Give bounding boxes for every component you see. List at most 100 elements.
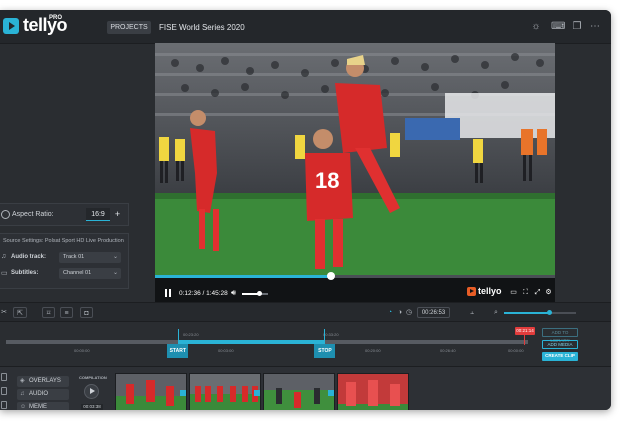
windows-icon[interactable]: ❐: [571, 21, 583, 33]
tellyo-logo-icon: [467, 286, 476, 296]
audio-label: AUDIO: [29, 391, 49, 397]
search-icon[interactable]: ⌕: [492, 307, 500, 318]
start-marker-line: [178, 329, 180, 344]
timeline-tick: 00:20:00: [365, 348, 381, 353]
clip-thumbnail[interactable]: [263, 373, 335, 410]
export-icon[interactable]: ⇱: [13, 307, 27, 318]
aspect-ratio-icon: [1, 210, 10, 219]
audio-track-label: Audio track:: [11, 254, 47, 260]
subtitles-value: Channel 01: [63, 270, 92, 276]
timeline-tick: 00:26:40: [440, 348, 456, 353]
clip-thumbnail-image: [338, 374, 408, 410]
project-title: FISE World Series 2020: [159, 23, 245, 32]
more-icon[interactable]: ⋯: [589, 21, 601, 33]
subtitles-icon: ▭: [1, 270, 8, 277]
compilation-time: 00:03:38: [81, 404, 103, 410]
time-display: 0:12:36 / 1:45:28: [179, 290, 228, 297]
video-progress-handle[interactable]: [327, 272, 335, 280]
app-window: tellyo PRO PROJECTS FISE World Series 20…: [0, 10, 611, 410]
left-panel: Aspect Ratio: 16:9 + Source Settings: Po…: [0, 45, 129, 295]
music-icon: ♫: [1, 253, 7, 260]
sun-icon[interactable]: ☼: [530, 21, 542, 33]
timecode-display[interactable]: 00:26:53: [417, 307, 450, 318]
bookmark-icon[interactable]: ⌑: [42, 307, 55, 318]
clip-thumbnail[interactable]: [115, 373, 187, 410]
align-icon[interactable]: ⫠: [466, 307, 478, 318]
tellyo-logo[interactable]: tellyo PRO: [3, 15, 68, 36]
clip-thumbnail[interactable]: [189, 373, 261, 410]
timeline[interactable]: 00:23:20 00:33:20 00:00:00 00:03:00 00:2…: [0, 323, 611, 366]
clip-thumbnail-image: [116, 374, 186, 410]
volume-slider[interactable]: [242, 291, 268, 296]
audio-button[interactable]: ♫ AUDIO: [17, 389, 69, 400]
layer-icon[interactable]: [1, 401, 7, 409]
music-icon: ♫: [20, 391, 25, 397]
projects-button[interactable]: PROJECTS: [107, 21, 151, 34]
list-icon[interactable]: ≡: [60, 307, 73, 318]
source-settings-title: Source Settings: Polsat Sport HD Live Pr…: [3, 238, 124, 244]
screen-icon[interactable]: ▭: [509, 288, 518, 297]
audio-track-value: Track 01: [63, 254, 85, 260]
add-to-library-button[interactable]: ADD TO LIBRARY: [542, 328, 578, 343]
aspect-ratio-box: Aspect Ratio: 16:9 +: [0, 203, 129, 226]
player-logo: tellyo: [467, 286, 502, 296]
add-media-button[interactable]: ADD MEDIA: [542, 340, 578, 349]
keyboard-icon[interactable]: ⌨: [551, 21, 565, 33]
compilation-play-button[interactable]: [84, 384, 99, 399]
audio-track-select[interactable]: Track 01 ⌄: [59, 252, 121, 263]
meme-button[interactable]: ☺ MEME: [17, 402, 69, 410]
volume-handle[interactable]: [256, 291, 262, 296]
subtitles-label: Subtitles:: [11, 270, 39, 276]
video-progress-bar[interactable]: [155, 272, 555, 280]
video-progress-fill: [155, 275, 331, 278]
settings-icon[interactable]: ⚙: [544, 288, 553, 297]
clip-thumbnail-image: [264, 374, 334, 410]
timeline-tick: 00:23:20: [183, 332, 199, 337]
camera-icon[interactable]: ◘: [80, 307, 93, 318]
clip-thumbnail-image: [190, 374, 260, 410]
playhead[interactable]: [524, 335, 525, 345]
pause-button[interactable]: [164, 289, 172, 298]
timeline-tick: 00:03:00: [218, 348, 234, 353]
meme-label: MEME: [29, 404, 47, 410]
zoom-slider[interactable]: [504, 310, 576, 315]
chevron-down-icon: ⌄: [112, 254, 118, 260]
timeline-toolbar: ✂ ⇱ ⌑ ≡ ◘ ◔ ◑ ◷ 00:26:53 ⫠ ⌕: [0, 302, 611, 322]
bottom-panel: ◈ OVERLAYS ♫ AUDIO ☺ MEME COMPILATION 00…: [0, 366, 611, 410]
tellyo-logo-icon: [3, 17, 19, 34]
layer-icon[interactable]: [1, 387, 7, 395]
overlays-button[interactable]: ◈ OVERLAYS: [17, 376, 69, 387]
audio-track-row: ♫ Audio track: Track 01 ⌄: [1, 252, 128, 264]
subtitles-row: ▭ Subtitles: Channel 01 ⌄: [1, 268, 128, 280]
start-marker[interactable]: START: [167, 344, 189, 358]
svg-text:18: 18: [315, 168, 339, 193]
create-clip-button[interactable]: CREATE CLIP: [542, 352, 578, 361]
pro-badge: PRO: [49, 15, 63, 21]
toggle-icon[interactable]: ◑: [395, 307, 405, 318]
chevron-down-icon: ⌄: [112, 270, 118, 276]
timeline-selection[interactable]: [178, 340, 325, 344]
timeline-tick: 00:00:00: [74, 348, 90, 353]
stop-marker[interactable]: STOP: [314, 344, 336, 358]
clock-icon[interactable]: ◔: [386, 307, 394, 318]
clip-marker: [180, 390, 186, 396]
aspect-ratio-label: Aspect Ratio:: [12, 211, 54, 218]
clip-thumbnail[interactable]: [337, 373, 409, 410]
add-aspect-button[interactable]: +: [112, 208, 123, 221]
fullscreen-icon[interactable]: ⛶: [521, 288, 530, 297]
overlays-icon: ◈: [20, 378, 25, 384]
volume-icon[interactable]: 🔊︎: [231, 288, 236, 298]
cut-icon[interactable]: ✂: [0, 307, 8, 318]
playhead-time[interactable]: 00:21:14: [515, 327, 535, 335]
fit-icon[interactable]: ⤢: [533, 288, 542, 297]
zoom-handle[interactable]: [546, 310, 552, 315]
history-icon[interactable]: ◷: [405, 307, 413, 318]
stop-marker-line: [324, 329, 326, 344]
subtitles-select[interactable]: Channel 01 ⌄: [59, 268, 121, 279]
timeline-tick: 00:00:00: [508, 348, 524, 353]
aspect-ratio-select[interactable]: 16:9: [86, 208, 110, 221]
compilation-label: COMPILATION: [79, 375, 107, 380]
video-player[interactable]: 18 0:12:36 / 1:45:28 🔊︎ tellyo ▭ ⛶ ⤢ ⚙: [155, 43, 555, 302]
layer-icon[interactable]: [1, 373, 7, 381]
clip-marker: [328, 390, 334, 396]
